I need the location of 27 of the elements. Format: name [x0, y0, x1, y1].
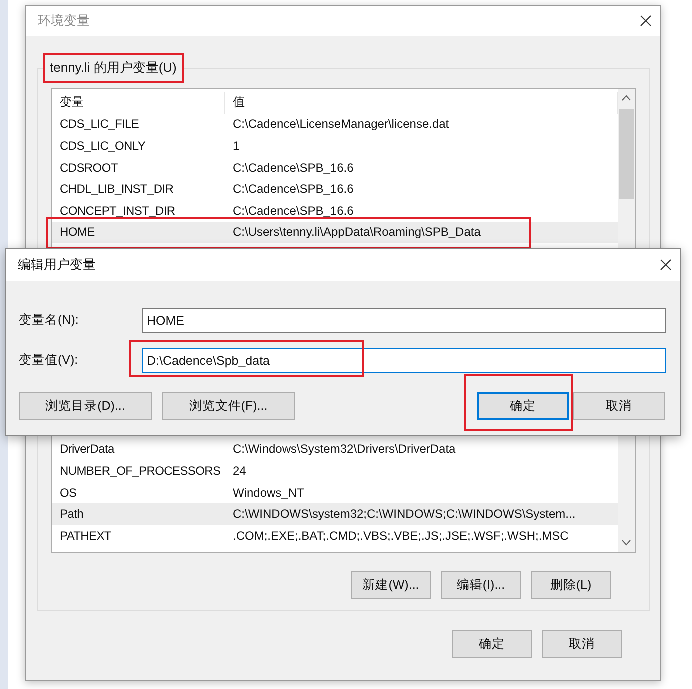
variable-value: 24: [232, 464, 248, 478]
variable-value: C:\Cadence\SPB_16.6: [232, 182, 355, 196]
variable-value: C:\Windows\System32\Drivers\DriverData: [232, 442, 457, 456]
variable-name: CDSROOT: [59, 160, 119, 175]
variable-value: C:\Cadence\SPB_16.6: [232, 160, 355, 175]
group-label: tenny.li 的用户变量(U): [43, 53, 184, 83]
variable-name: HOME: [59, 225, 96, 240]
window-title: 环境变量: [38, 12, 90, 30]
variable-value: C:\Cadence\SPB_16.6: [232, 204, 355, 218]
variable-value: C:\WINDOWS\system32;C:\WINDOWS;C:\WINDOWS\System...: [232, 507, 577, 522]
variable-name: OS: [59, 486, 78, 500]
variable-name: DriverData: [59, 442, 116, 456]
dialog-title: 编辑用户变量: [18, 256, 96, 274]
variable-value: C:\Users\tenny.li\AppData\Roaming\SPB_Data: [232, 225, 482, 240]
variable-name: CHDL_LIB_INST_DIR: [59, 182, 175, 196]
variable-value: C:\Cadence\LicenseManager\license.dat: [232, 117, 450, 132]
field-label: 变量名(N):: [19, 312, 80, 329]
variable-name: PATHEXT: [59, 528, 112, 543]
variable-name: CONCEPT_INST_DIR: [59, 204, 176, 218]
variable-name: CDS_LIC_ONLY: [59, 138, 147, 153]
variable-name: Path: [59, 507, 84, 522]
variable-name: CDS_LIC_FILE: [59, 117, 140, 132]
variable-name: NUMBER_OF_PROCESSORS: [59, 464, 222, 478]
variable-value: 1: [232, 138, 241, 153]
variable-value: .COM;.EXE;.BAT;.CMD;.VBS;.VBE;.JS;.JSE;.WSF;.WSH;.MSC: [232, 528, 570, 543]
field-label: 变量值(V):: [19, 352, 80, 369]
variable-value: Windows_NT: [232, 486, 306, 500]
